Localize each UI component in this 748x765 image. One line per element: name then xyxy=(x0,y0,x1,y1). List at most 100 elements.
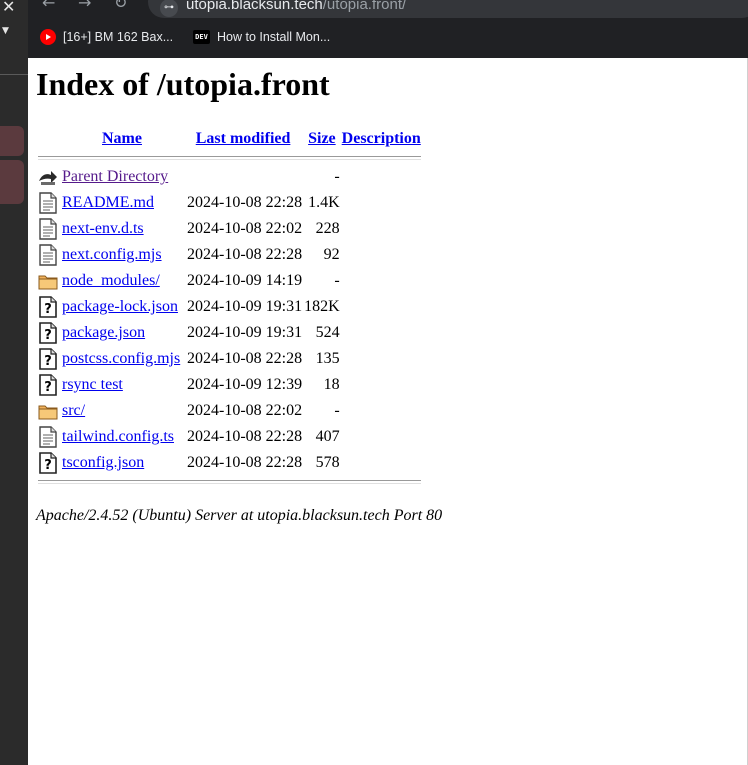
back-icon[interactable]: ← xyxy=(42,0,55,12)
bookmark-label: How to Install Mon... xyxy=(217,30,331,44)
description-cell xyxy=(342,399,421,423)
site-info-icon[interactable]: ⊶ xyxy=(160,0,178,17)
divider xyxy=(38,156,421,160)
unknown-file-icon: ? xyxy=(38,347,60,371)
size-cell: 1.4K xyxy=(308,194,340,211)
file-name-cell: postcss.config.mjs xyxy=(62,347,182,371)
modified-cell: 2024-10-08 22:28 xyxy=(187,194,303,211)
sort-by-modified-link[interactable]: Last modified xyxy=(196,130,291,147)
size-cell: 578 xyxy=(315,454,340,471)
table-row: ? package.json 2024-10-09 19:31 524 xyxy=(38,321,421,345)
modified-cell: 2024-10-09 14:19 xyxy=(187,272,303,289)
folder-icon xyxy=(38,399,60,423)
url-text[interactable]: utopia.blacksun.tech/utopia.front/ xyxy=(186,0,406,13)
file-name-cell: package-lock.json xyxy=(62,295,182,319)
table-row: src/2024-10-08 22:02 - xyxy=(38,399,421,423)
table-row: ? postcss.config.mjs 2024-10-08 22:28 135 xyxy=(38,347,421,371)
file-link[interactable]: package-lock.json xyxy=(62,298,178,315)
directory-listing: Name Last modified Size Description Pare… xyxy=(36,125,423,489)
file-name-cell: node_modules/ xyxy=(62,269,182,293)
file-link[interactable]: tsconfig.json xyxy=(62,454,144,471)
file-link[interactable]: package.json xyxy=(62,324,145,341)
size-cell: 18 xyxy=(323,376,340,393)
modified-cell: 2024-10-08 22:28 xyxy=(187,246,303,263)
separator-row xyxy=(38,477,421,487)
table-row: ? tsconfig.json 2024-10-08 22:28 578 xyxy=(38,451,421,475)
chevron-down-icon[interactable]: ▼ xyxy=(2,26,9,36)
size-cell: - xyxy=(334,402,340,419)
listing-body: Parent Directory - README.md 2024-10-08 22:… xyxy=(38,165,421,475)
table-row: Parent Directory - xyxy=(38,165,421,189)
sort-by-size-link[interactable]: Size xyxy=(308,130,336,147)
table-row: README.md 2024-10-08 22:28 1.4K xyxy=(38,191,421,215)
name-column-header: Name xyxy=(62,127,182,151)
file-name-cell: tailwind.config.ts xyxy=(62,425,182,449)
svg-text:?: ? xyxy=(44,458,52,473)
address-bar[interactable]: ⊶ utopia.blacksun.tech/utopia.front/ xyxy=(148,0,748,18)
size-cell: 524 xyxy=(315,324,340,341)
description-column-header: Description xyxy=(342,127,421,151)
unknown-file-icon: ? xyxy=(38,295,60,319)
table-row: tailwind.config.ts 2024-10-08 22:28 407 xyxy=(38,425,421,449)
file-name-cell: package.json xyxy=(62,321,182,345)
bookmark-label: [16+] BM 162 Bax... xyxy=(63,30,174,44)
description-cell xyxy=(342,243,421,267)
folder-icon xyxy=(38,269,60,293)
file-link[interactable]: tailwind.config.ts xyxy=(62,428,174,445)
modified-cell: 2024-10-09 12:39 xyxy=(187,376,303,393)
size-cell: - xyxy=(334,272,340,289)
file-name-cell: Parent Directory xyxy=(62,165,182,189)
size-cell: 228 xyxy=(315,220,340,237)
unknown-file-icon: ? xyxy=(38,321,60,345)
divider xyxy=(38,480,421,484)
modified-cell: 2024-10-09 19:31 xyxy=(187,324,303,341)
size-cell: 182K xyxy=(304,298,340,315)
youtube-icon xyxy=(40,29,56,45)
modified-cell xyxy=(184,165,302,189)
table-row: next.config.mjs 2024-10-08 22:28 92 xyxy=(38,243,421,267)
file-link[interactable]: rsync test xyxy=(62,376,123,393)
forward-icon[interactable]: → xyxy=(78,0,91,12)
file-link[interactable]: node_modules/ xyxy=(62,272,160,289)
file-link[interactable]: next.config.mjs xyxy=(62,246,162,263)
description-cell xyxy=(342,269,421,293)
size-cell: 407 xyxy=(315,428,340,445)
file-link[interactable]: src/ xyxy=(62,402,85,419)
reload-icon[interactable]: ↻ xyxy=(114,0,127,12)
file-link[interactable]: README.md xyxy=(62,194,154,211)
sort-by-name-link[interactable]: Name xyxy=(102,130,142,147)
file-name-cell: next-env.d.ts xyxy=(62,217,182,241)
sort-by-description-link[interactable]: Description xyxy=(342,130,421,147)
modified-column-header: Last modified xyxy=(184,127,302,151)
table-row: ? package-lock.json 2024-10-09 19:31 182K xyxy=(38,295,421,319)
description-cell xyxy=(342,295,421,319)
table-row: node_modules/2024-10-09 14:19 - xyxy=(38,269,421,293)
file-name-cell: tsconfig.json xyxy=(62,451,182,475)
browser-sidebar: ✕ ▼ xyxy=(0,0,28,765)
file-name-cell: next.config.mjs xyxy=(62,243,182,267)
sidebar-item[interactable] xyxy=(0,160,24,204)
modified-cell: 2024-10-08 22:28 xyxy=(187,428,303,445)
description-cell xyxy=(342,451,421,475)
bookmark-youtube[interactable]: [16+] BM 162 Bax... xyxy=(40,26,173,48)
text-file-icon xyxy=(38,191,60,215)
description-cell xyxy=(342,425,421,449)
file-link[interactable]: Parent Directory xyxy=(62,168,168,185)
bookmark-dev[interactable]: DEV How to Install Mon... xyxy=(193,26,330,48)
server-signature: Apache/2.4.52 (Ubuntu) Server at utopia.… xyxy=(36,507,443,524)
description-cell xyxy=(342,191,421,215)
modified-cell: 2024-10-08 22:28 xyxy=(187,350,303,367)
modified-cell: 2024-10-08 22:02 xyxy=(187,220,303,237)
size-cell: - xyxy=(334,168,340,185)
description-cell xyxy=(342,165,421,189)
file-link[interactable]: next-env.d.ts xyxy=(62,220,144,237)
file-link[interactable]: postcss.config.mjs xyxy=(62,350,180,367)
size-cell: 92 xyxy=(323,246,340,263)
dev-icon: DEV xyxy=(193,30,210,44)
back-icon xyxy=(38,165,60,189)
modified-cell: 2024-10-09 19:31 xyxy=(187,298,303,315)
close-icon[interactable]: ✕ xyxy=(2,0,15,16)
modified-cell: 2024-10-08 22:28 xyxy=(187,454,303,471)
sidebar-item[interactable] xyxy=(0,126,24,156)
url-path: /utopia.front/ xyxy=(322,0,407,13)
